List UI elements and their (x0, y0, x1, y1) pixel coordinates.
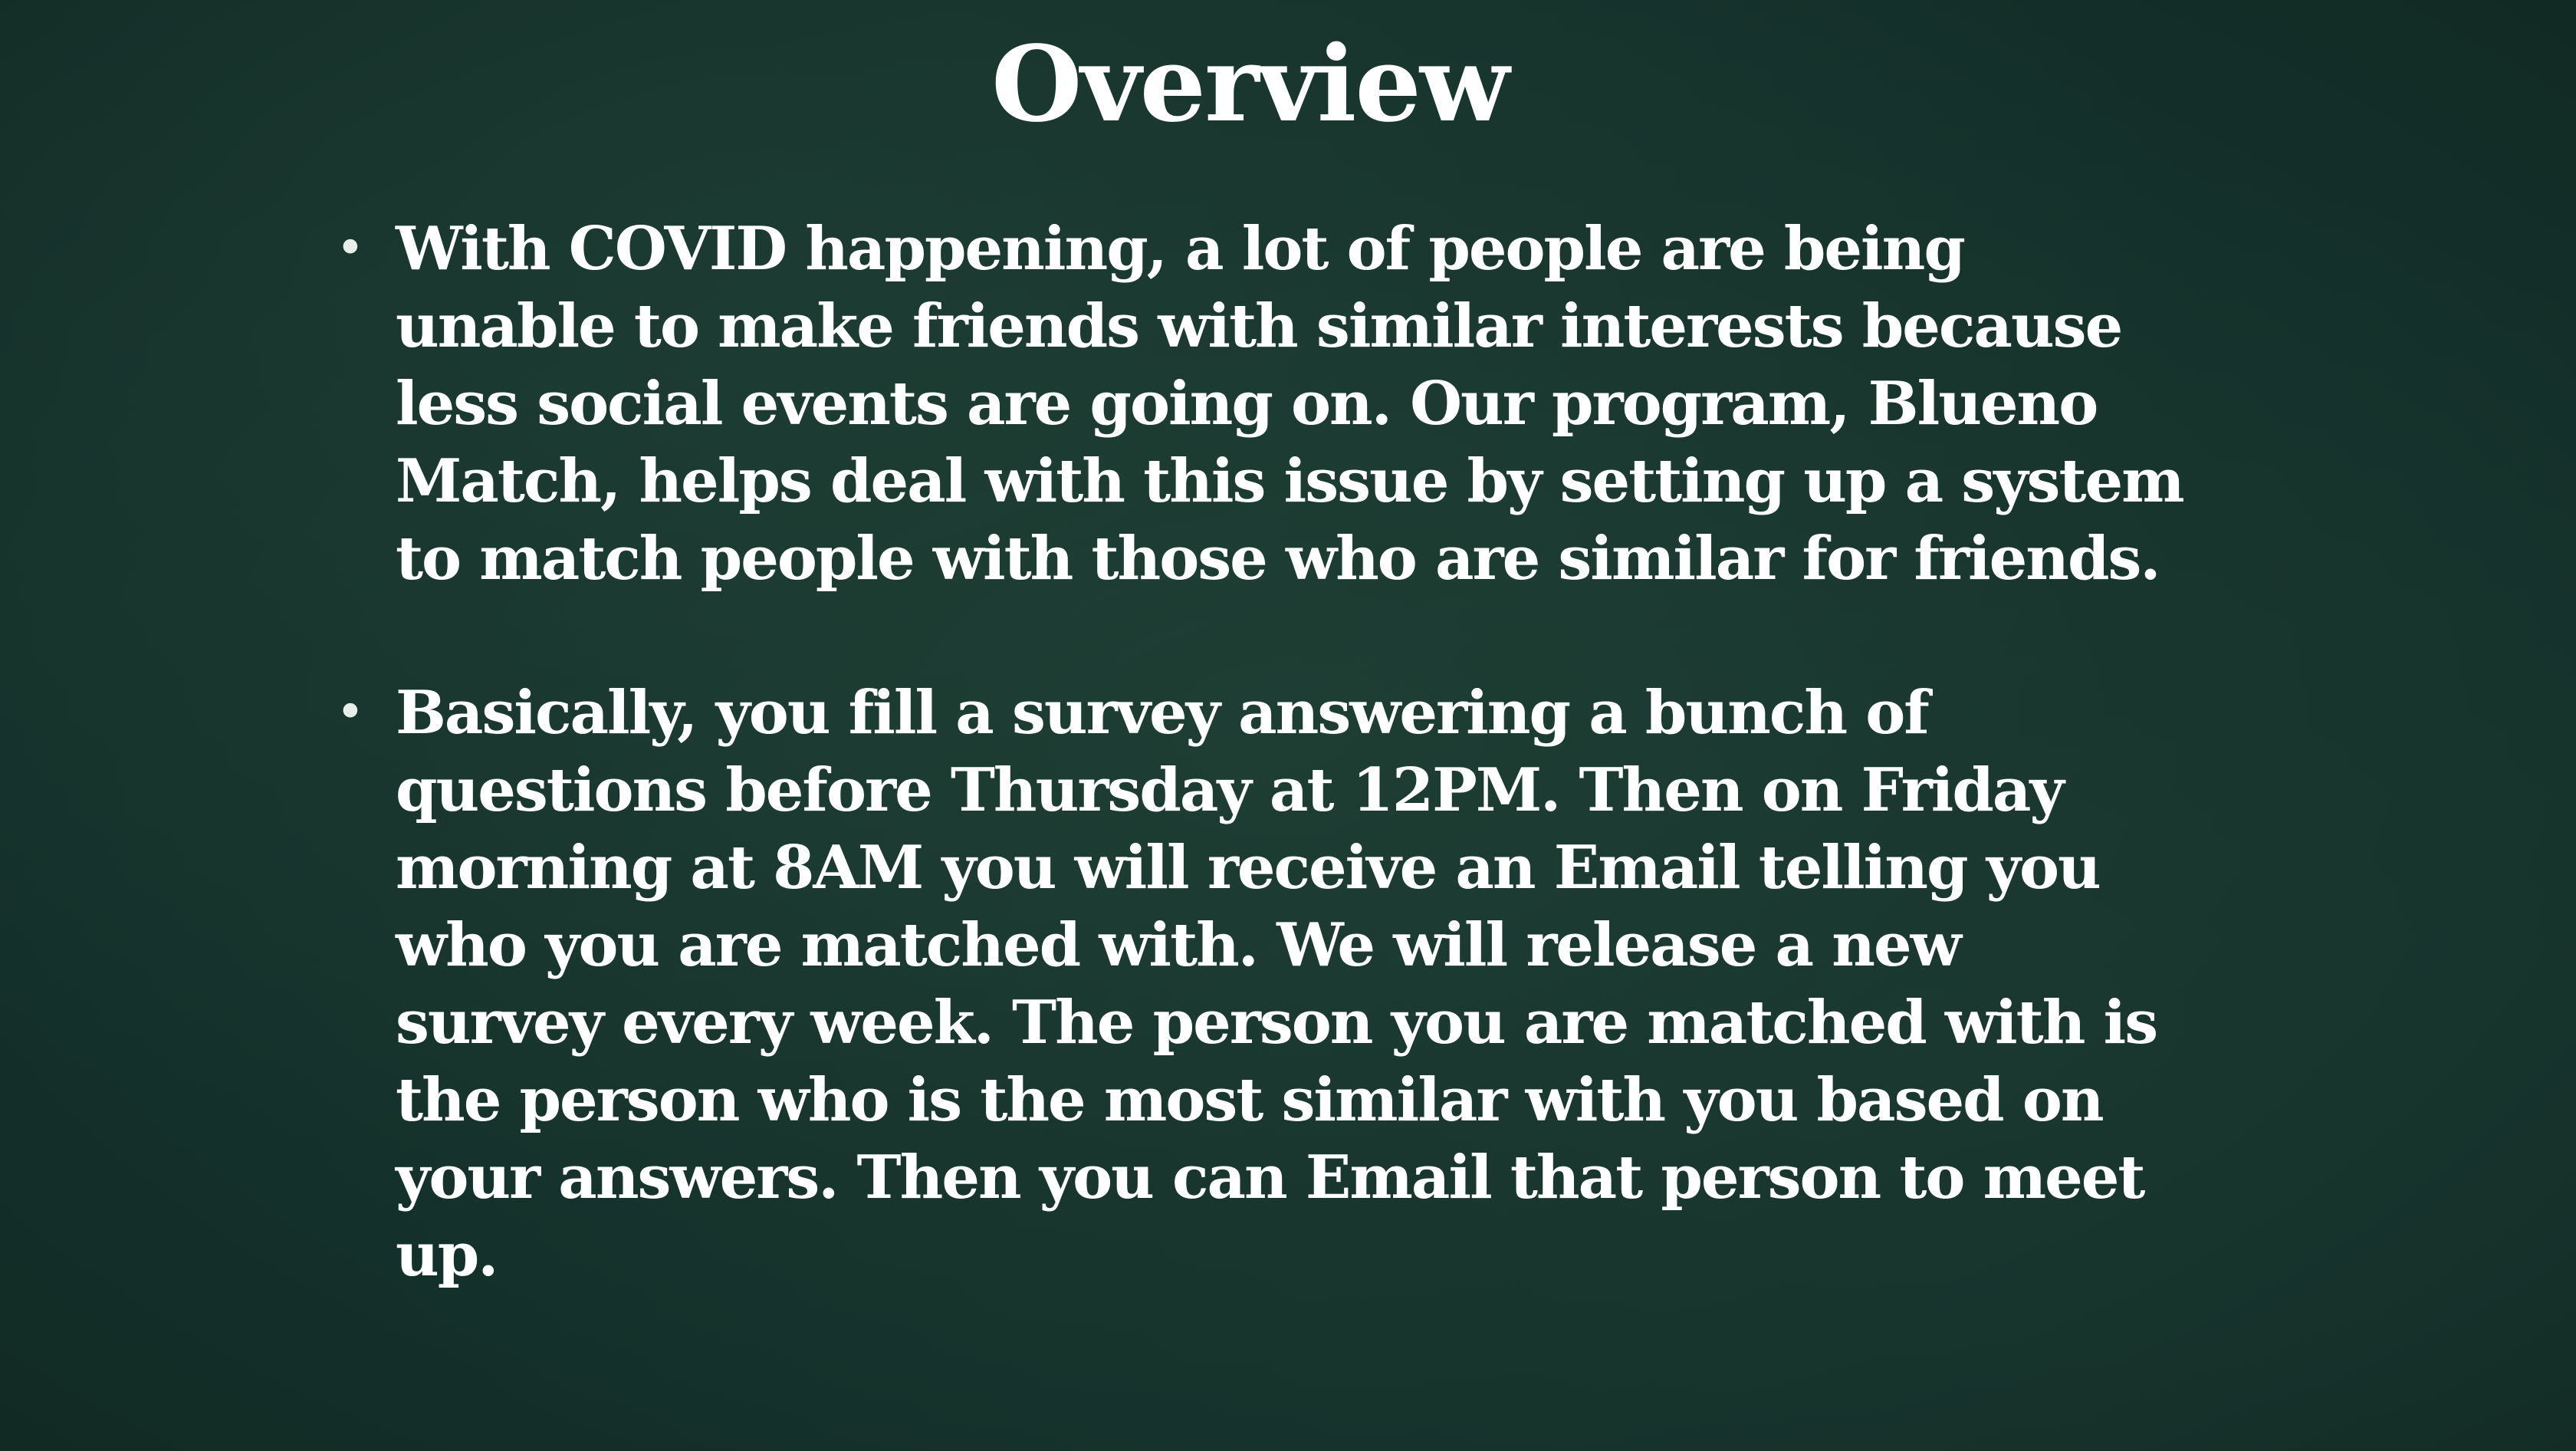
bullet-item-1: • With COVID happening, a lot of people … (330, 210, 2185, 597)
bullet-item-2: • Basically, you fill a survey answering… (330, 674, 2185, 1294)
bullet-marker-icon: • (336, 684, 365, 741)
bullet-text: With COVID happening, a lot of people ar… (396, 214, 2185, 594)
bullet-text: Basically, you fill a survey answering a… (396, 678, 2158, 1290)
slide-canvas: Overview • With COVID happening, a lot o… (0, 0, 2576, 1451)
bullet-marker-icon: • (336, 220, 365, 277)
slide-title: Overview (991, 23, 1510, 146)
bullet-list: • With COVID happening, a lot of people … (330, 210, 2185, 1370)
